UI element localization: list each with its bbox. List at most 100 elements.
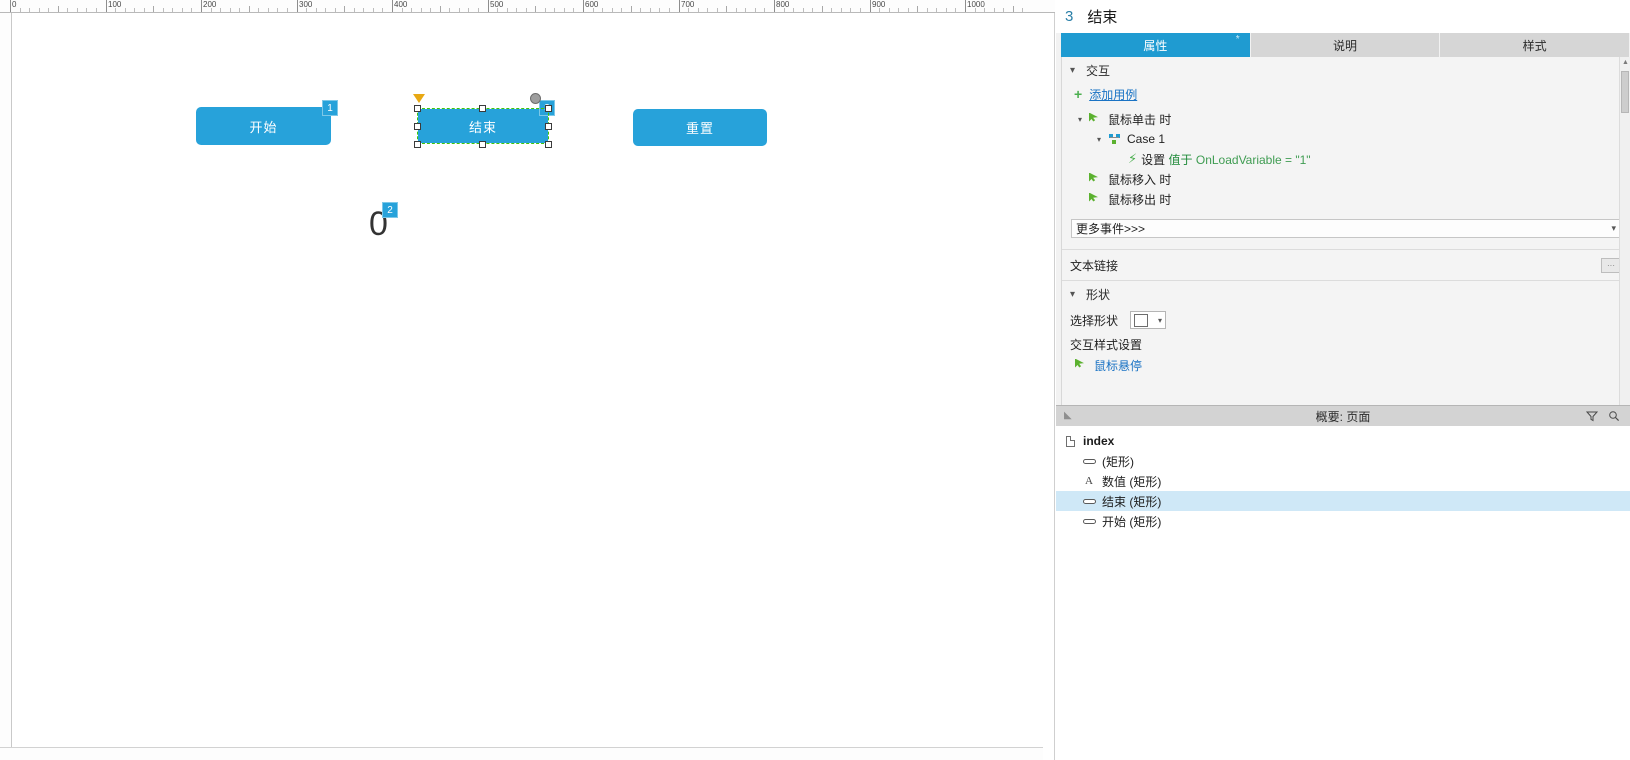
ruler-tick: [134, 8, 135, 12]
ruler-label: 1000: [967, 0, 985, 9]
ruler-tick: [39, 8, 40, 12]
shape-swatch-icon: [1134, 313, 1149, 327]
ruler-label: 700: [681, 0, 695, 9]
ruler-tick: [946, 8, 947, 12]
canvas-widget-reset[interactable]: 重置: [633, 109, 767, 146]
ruler-tick: [220, 8, 221, 12]
page-icon: [1061, 435, 1079, 447]
rect-icon: [1080, 498, 1098, 504]
ruler-tick: [163, 8, 164, 12]
ruler-tick: [612, 8, 613, 12]
ruler-tick: [363, 8, 364, 12]
tab-properties[interactable]: 属性 *: [1061, 33, 1251, 57]
resize-handle-w[interactable]: [414, 123, 421, 130]
ruler-tick: [459, 8, 460, 12]
ruler-tick: [96, 8, 97, 12]
outline-row-index[interactable]: index: [1056, 431, 1630, 451]
ruler-tick: [564, 8, 565, 12]
rotate-handle[interactable]: [530, 93, 541, 104]
canvas-region: 0 100 200 300 400 500 600 700 800 900 1000 开始 1 结束…: [0, 0, 1055, 760]
ruler-tick: [602, 8, 603, 12]
horizontal-ruler: 0 100 200 300 400 500 600 700 800 900 1000: [0, 0, 1055, 13]
ruler-tick: [1003, 8, 1004, 12]
rect-icon: [1080, 518, 1098, 524]
resize-handle-e[interactable]: [545, 123, 552, 130]
event-row-click[interactable]: ▾ 鼠标单击 时: [1062, 109, 1630, 129]
ruler-tick: [29, 8, 30, 12]
ruler-tick: [736, 8, 737, 12]
ruler-tick: [58, 6, 59, 12]
canvas-widget-start[interactable]: 开始: [196, 107, 331, 145]
inspector-header: 3 结束: [1056, 0, 1630, 33]
inspector-scrollbar[interactable]: ▲ ▼: [1619, 57, 1630, 417]
canvas-widget-start-label: 开始: [249, 119, 278, 135]
mouse-hover-label[interactable]: 鼠标悬停: [1094, 357, 1142, 374]
more-events-dropdown[interactable]: 更多事件>>> ▾: [1071, 219, 1621, 238]
event-tree: ▾ 鼠标单击 时 ▾ Case 1 ⚡ 设置 值于 OnLoadVariable…: [1062, 105, 1630, 209]
resize-handle-n[interactable]: [479, 105, 486, 112]
section-interaction[interactable]: ▾ 交互: [1062, 57, 1630, 83]
resize-handle-nw[interactable]: [414, 105, 421, 112]
ruler-tick: [153, 6, 154, 12]
chevron-down-icon: ▾: [1611, 223, 1616, 233]
text-link-button[interactable]: ···: [1601, 257, 1621, 273]
filter-icon[interactable]: [1586, 410, 1598, 422]
ruler-tick: [745, 8, 746, 12]
expand-arrow-icon[interactable]: ▾: [1097, 135, 1107, 144]
ruler-tick: [354, 8, 355, 12]
scroll-up-icon[interactable]: ▲: [1622, 59, 1629, 66]
connector-triangle-icon[interactable]: [413, 94, 425, 103]
search-icon[interactable]: [1608, 410, 1620, 422]
outline-row-value[interactable]: A 数值 (矩形): [1056, 471, 1630, 491]
event-row-case1[interactable]: ▾ Case 1: [1062, 129, 1630, 149]
corner-arrow-icon[interactable]: ◣: [1064, 410, 1072, 421]
event-row-mouseenter[interactable]: 鼠标移入 时: [1062, 169, 1630, 189]
ruler-tick: [516, 8, 517, 12]
tab-notes[interactable]: 说明: [1250, 33, 1441, 57]
mouse-hover-row[interactable]: 鼠标悬停: [1062, 355, 1630, 375]
tab-style[interactable]: 样式: [1440, 33, 1630, 57]
section-shape[interactable]: ▾ 形状: [1062, 281, 1630, 307]
scrollbar-thumb[interactable]: [1621, 71, 1629, 113]
resize-handle-s[interactable]: [479, 141, 486, 148]
ruler-label: 600: [585, 0, 599, 9]
ruler-tick: [659, 8, 660, 12]
ruler-tick: [382, 8, 383, 12]
outline-row-rect[interactable]: (矩形): [1056, 451, 1630, 471]
text-link-row: 文本链接 ···: [1062, 250, 1630, 280]
expand-arrow-icon[interactable]: ▾: [1078, 115, 1088, 124]
ruler-label: 500: [490, 0, 504, 9]
ruler-tick: [411, 8, 412, 12]
ruler-tick: [182, 8, 183, 12]
tab-notes-label: 说明: [1333, 38, 1358, 53]
ruler-tick: [698, 8, 699, 12]
add-case-label[interactable]: 添加用例: [1089, 86, 1137, 103]
outline-header: ◣ 概要: 页面: [1056, 405, 1630, 426]
ruler-label: 100: [108, 0, 122, 9]
outline-row-start[interactable]: 开始 (矩形): [1056, 511, 1630, 531]
event-row-mouseleave[interactable]: 鼠标移出 时: [1062, 189, 1630, 209]
ruler-tick: [249, 6, 250, 12]
ruler-tick: [335, 8, 336, 12]
ruler-tick: [344, 6, 345, 12]
canvas-widget-reset-label: 重置: [685, 121, 714, 136]
event-row-click-label: 鼠标单击 时: [1108, 112, 1172, 127]
ruler-tick: [20, 8, 21, 12]
resize-handle-ne[interactable]: [545, 105, 552, 112]
resize-handle-se[interactable]: [545, 141, 552, 148]
ruler-tick: [908, 8, 909, 12]
outline-row-start-label: 开始 (矩形): [1102, 514, 1162, 529]
canvas-widget-end[interactable]: 结束: [418, 109, 548, 143]
ruler-tick: [650, 8, 651, 12]
chevron-down-icon: ▾: [1158, 315, 1163, 325]
interaction-style-label: 交互样式设置: [1070, 337, 1143, 352]
resize-handle-sw[interactable]: [414, 141, 421, 148]
ruler-tick: [277, 8, 278, 12]
add-case-row[interactable]: + 添加用例: [1062, 83, 1630, 105]
action-expression: OnLoadVariable = "1": [1195, 152, 1311, 167]
event-row-action[interactable]: ⚡ 设置 值于 OnLoadVariable = "1": [1062, 149, 1630, 169]
outline-row-end[interactable]: 结束 (矩形): [1056, 491, 1630, 511]
ruler-label: 400: [394, 0, 408, 9]
ruler-tick: [507, 8, 508, 12]
shape-picker-dropdown[interactable]: ▾: [1130, 311, 1167, 329]
